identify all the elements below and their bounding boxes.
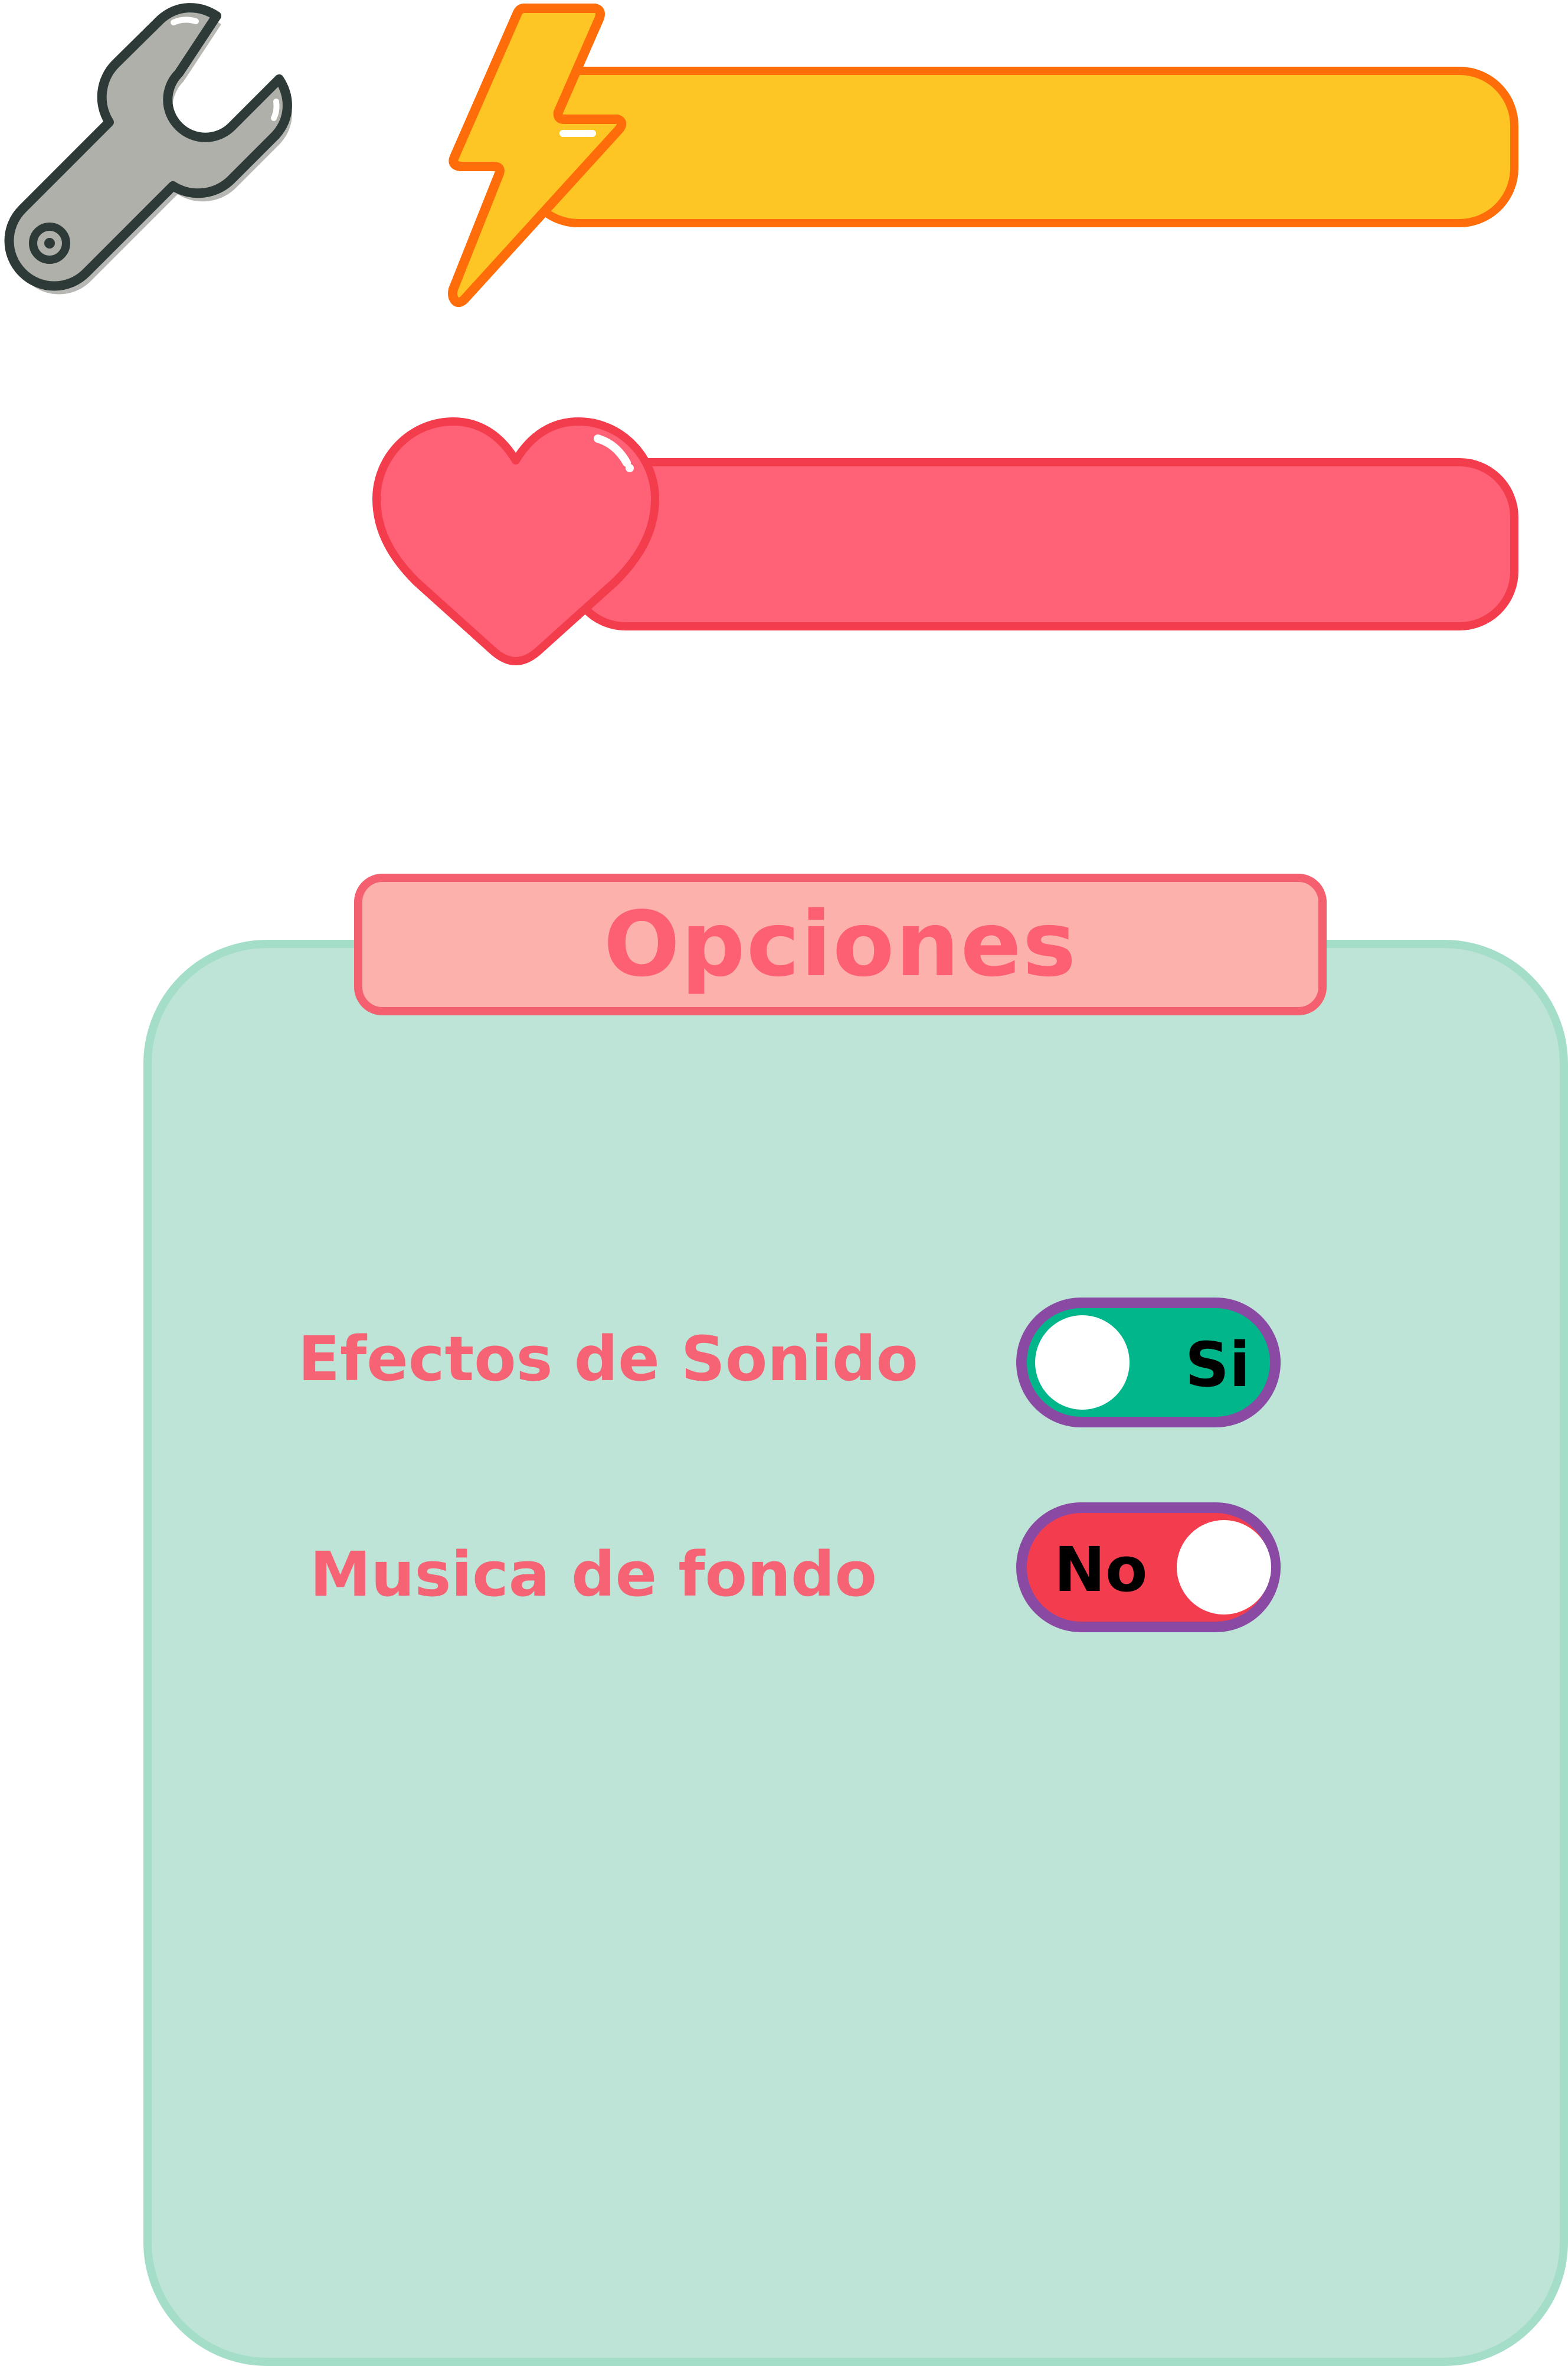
health-bar (567, 458, 1518, 630)
lightning-icon (437, 0, 631, 310)
background-music-label: Musica de fondo (310, 1538, 877, 1610)
toggle-knob (1177, 1520, 1271, 1615)
wrench-icon[interactable] (0, 0, 295, 307)
toggle-state-text: Si (1185, 1329, 1251, 1401)
options-title: Opciones (603, 892, 1078, 996)
heart-icon (351, 401, 682, 688)
toggle-state-text: No (1054, 1534, 1148, 1606)
toggle-knob (1035, 1315, 1130, 1410)
background-music-toggle[interactable]: No (1016, 1502, 1281, 1632)
sound-effects-toggle[interactable]: Si (1016, 1298, 1281, 1427)
options-panel (143, 940, 1568, 2366)
energy-bar (519, 67, 1518, 227)
sound-effects-label: Efectos de Sonido (298, 1323, 918, 1395)
options-header: Opciones (354, 874, 1327, 1015)
